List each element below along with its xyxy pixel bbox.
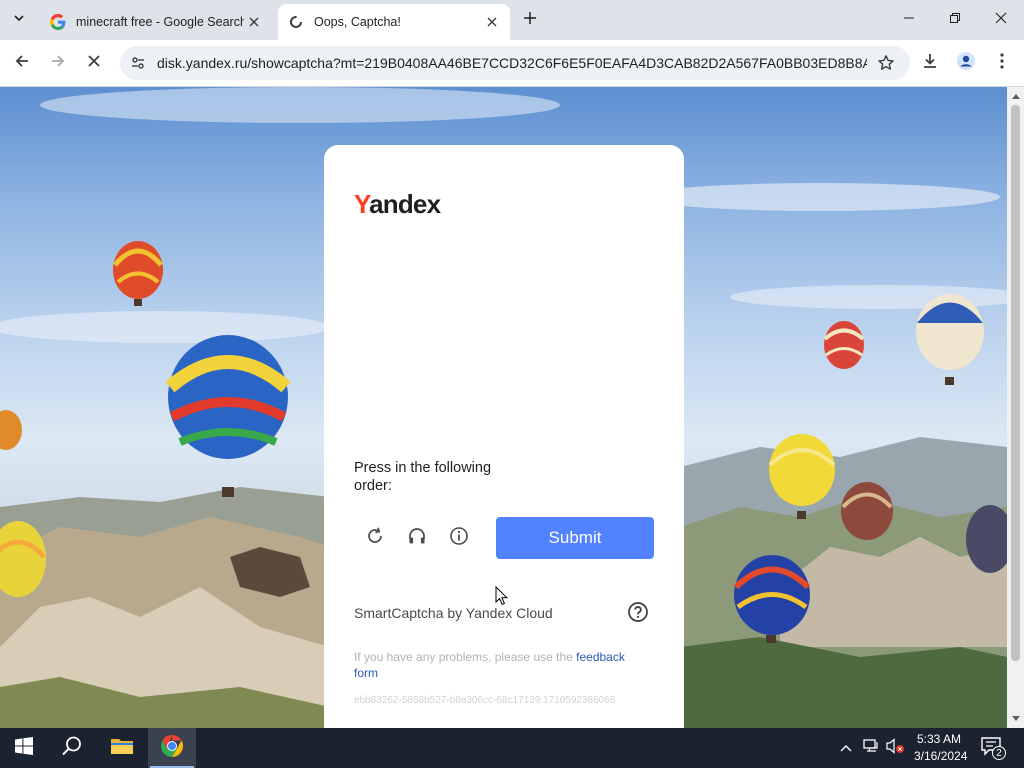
- forward-button[interactable]: [46, 51, 70, 75]
- loading-spinner-icon: [288, 14, 304, 30]
- tab-bar: minecraft free - Google Search Oops, Cap…: [0, 0, 1024, 40]
- close-tab-icon[interactable]: [482, 12, 502, 32]
- chevron-up-icon: [840, 739, 852, 757]
- folder-icon: [110, 736, 134, 761]
- download-icon: [921, 52, 939, 75]
- search-icon: [61, 735, 83, 762]
- chrome-icon: [160, 734, 184, 763]
- bookmark-star-icon[interactable]: [876, 53, 896, 73]
- system-clock[interactable]: 5:33 AM 3/16/2024: [914, 731, 968, 765]
- question-circle-icon: [627, 601, 649, 628]
- clock-time: 5:33 AM: [916, 732, 962, 746]
- minimize-icon: [903, 11, 915, 29]
- headphones-icon: [407, 526, 427, 551]
- back-button[interactable]: [10, 51, 34, 75]
- plus-icon: [523, 11, 537, 30]
- request-id: ebb83262-5858b527-b8a306cc-68c17139:1710…: [354, 695, 616, 706]
- submit-button[interactable]: Submit: [496, 517, 654, 559]
- chevron-down-icon: [13, 11, 25, 29]
- refresh-icon: [365, 526, 385, 551]
- info-button[interactable]: [446, 525, 472, 551]
- url-text[interactable]: disk.yandex.ru/showcaptcha?mt=219B0408AA…: [157, 55, 867, 71]
- volume-button[interactable]: [884, 728, 906, 768]
- file-explorer-button[interactable]: [98, 728, 146, 768]
- tab-title: Oops, Captcha!: [314, 15, 401, 29]
- browser-toolbar: disk.yandex.ru/showcaptcha?mt=219B0408AA…: [0, 40, 1024, 87]
- tab-title: minecraft free - Google Search: [76, 15, 244, 29]
- tab-google-search[interactable]: minecraft free - Google Search: [40, 4, 272, 40]
- windows-taskbar: 5:33 AM 3/16/2024 2: [0, 728, 1024, 768]
- smartcaptcha-brand: SmartCaptcha by Yandex Cloud: [354, 605, 553, 621]
- volume-muted-icon: [885, 737, 905, 759]
- site-info-icon[interactable]: [126, 51, 150, 75]
- clock-date: 3/16/2024: [914, 749, 968, 763]
- tab-search-button[interactable]: [6, 8, 32, 32]
- captcha-card: Yandex Press in the following order: Sub…: [324, 145, 684, 728]
- google-icon: [50, 14, 66, 30]
- info-icon: [449, 526, 469, 551]
- arrow-left-icon: [14, 53, 30, 74]
- restore-button[interactable]: [941, 8, 969, 32]
- profile-button[interactable]: [954, 51, 978, 75]
- scroll-down-icon[interactable]: [1011, 714, 1020, 724]
- arrow-right-icon: [50, 53, 66, 74]
- network-icon: [862, 738, 880, 759]
- search-button[interactable]: [48, 728, 96, 768]
- help-button[interactable]: [626, 601, 650, 628]
- scrollbar-thumb[interactable]: [1011, 105, 1020, 661]
- downloads-button[interactable]: [918, 51, 942, 75]
- close-tab-icon[interactable]: [244, 12, 264, 32]
- menu-button[interactable]: [990, 51, 1014, 75]
- close-icon: [995, 11, 1007, 29]
- audio-captcha-button[interactable]: [404, 525, 430, 551]
- scroll-up-icon[interactable]: [1011, 91, 1020, 101]
- page-scrollbar[interactable]: [1007, 87, 1024, 728]
- stop-loading-button[interactable]: [82, 51, 106, 75]
- action-center-button[interactable]: 2: [980, 736, 1008, 760]
- network-button[interactable]: [860, 728, 882, 768]
- new-tab-button[interactable]: [520, 10, 540, 30]
- close-icon: [87, 54, 101, 73]
- close-window-button[interactable]: [987, 8, 1015, 32]
- restore-icon: [949, 11, 961, 29]
- avatar-icon: [956, 51, 976, 76]
- start-button[interactable]: [0, 728, 48, 768]
- chrome-taskbar-button[interactable]: [148, 728, 196, 768]
- notification-count-badge: 2: [992, 746, 1006, 760]
- windows-logo-icon: [15, 736, 33, 760]
- show-hidden-icons-button[interactable]: [836, 728, 856, 768]
- refresh-captcha-button[interactable]: [362, 525, 388, 551]
- more-vertical-icon: [1000, 52, 1004, 74]
- page-viewport: Yandex Press in the following order: Sub…: [0, 87, 1007, 728]
- tab-captcha[interactable]: Oops, Captcha!: [278, 4, 510, 40]
- minimize-button[interactable]: [895, 8, 923, 32]
- yandex-logo: Yandex: [354, 189, 441, 219]
- captcha-instruction: Press in the following order:: [354, 460, 492, 494]
- mouse-cursor-icon: [495, 585, 509, 611]
- address-bar[interactable]: disk.yandex.ru/showcaptcha?mt=219B0408AA…: [120, 46, 910, 80]
- problem-text: If you have any problems, please use the…: [354, 650, 625, 680]
